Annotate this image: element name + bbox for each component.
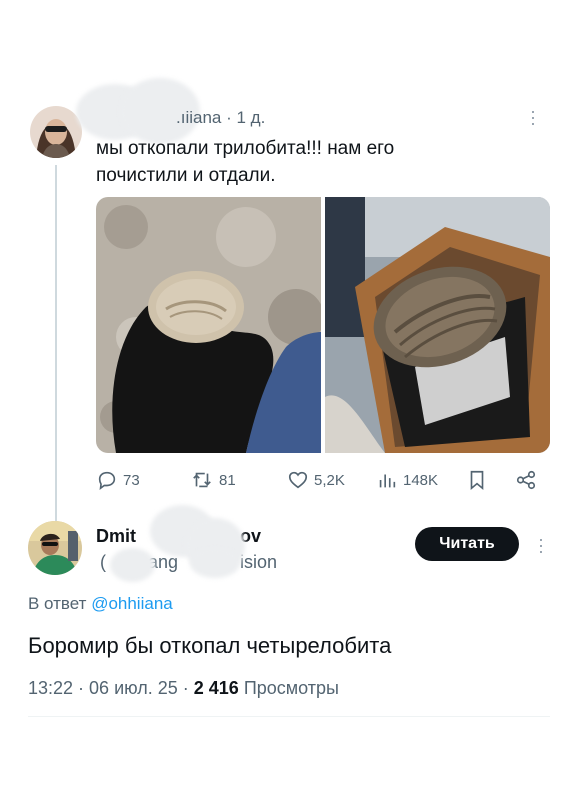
share-icon bbox=[516, 470, 536, 490]
author-handle[interactable]: .ıiiana bbox=[176, 108, 221, 127]
thread-connector-line bbox=[55, 165, 57, 525]
in-reply-to: В ответ @ohhiiana bbox=[28, 594, 173, 613]
reply-icon bbox=[98, 471, 116, 491]
reply-views-count: 2 416 bbox=[193, 678, 239, 698]
reply-views-label: Просмотры bbox=[243, 678, 339, 698]
tweet-header: .ıiiana · 1 д. bbox=[176, 108, 265, 128]
reply-author-handle[interactable]: ( bbox=[100, 552, 106, 573]
bookmark-action[interactable] bbox=[466, 469, 488, 491]
reply-author-name[interactable]: Dmit bbox=[96, 526, 136, 547]
tweet-photo-trilobite-box[interactable] bbox=[325, 197, 550, 453]
tweet-text: мы откопали трилобита!!! нам его почисти… bbox=[96, 138, 395, 186]
reply-author-handle-end: ision bbox=[240, 552, 278, 572]
in-reply-to-handle[interactable]: @ohhiiana bbox=[91, 594, 173, 613]
reply-text: Боромир бы откопал четырелобита bbox=[28, 633, 392, 658]
like-icon bbox=[288, 471, 308, 489]
share-action[interactable] bbox=[515, 469, 537, 491]
reply-action[interactable]: 73 bbox=[96, 469, 140, 491]
reply-author-avatar[interactable] bbox=[28, 521, 82, 575]
reply-timestamp-row: 13:22 · 06 июл. 25 · 2 416 Просмотры bbox=[28, 678, 339, 699]
like-count: 5,2K bbox=[314, 471, 345, 489]
retweet-icon bbox=[193, 472, 211, 488]
retweet-count: 81 bbox=[219, 471, 236, 489]
like-action[interactable]: 5,2K bbox=[287, 469, 345, 491]
views-count: 148K bbox=[403, 471, 439, 489]
follow-button[interactable]: Читать bbox=[415, 527, 519, 561]
reply-count: 73 bbox=[123, 471, 140, 489]
redacted-name-blur bbox=[110, 548, 155, 582]
bookmark-icon bbox=[470, 470, 484, 491]
tweet-time[interactable]: · 1 д. bbox=[226, 108, 265, 127]
tweet-photo-trilobite-hand[interactable] bbox=[96, 197, 321, 453]
retweet-action[interactable]: 81 bbox=[190, 469, 236, 491]
tweet-author-avatar[interactable] bbox=[30, 106, 82, 158]
views-icon bbox=[379, 474, 396, 488]
redacted-name-blur bbox=[190, 548, 240, 578]
divider bbox=[28, 716, 550, 717]
reply-time[interactable]: 13:22 · 06 июл. 25 · bbox=[28, 678, 189, 698]
views-action[interactable]: 148K bbox=[376, 469, 438, 491]
more-options-icon[interactable]: · · · bbox=[527, 102, 539, 132]
more-options-icon[interactable]: · · · bbox=[535, 530, 547, 560]
